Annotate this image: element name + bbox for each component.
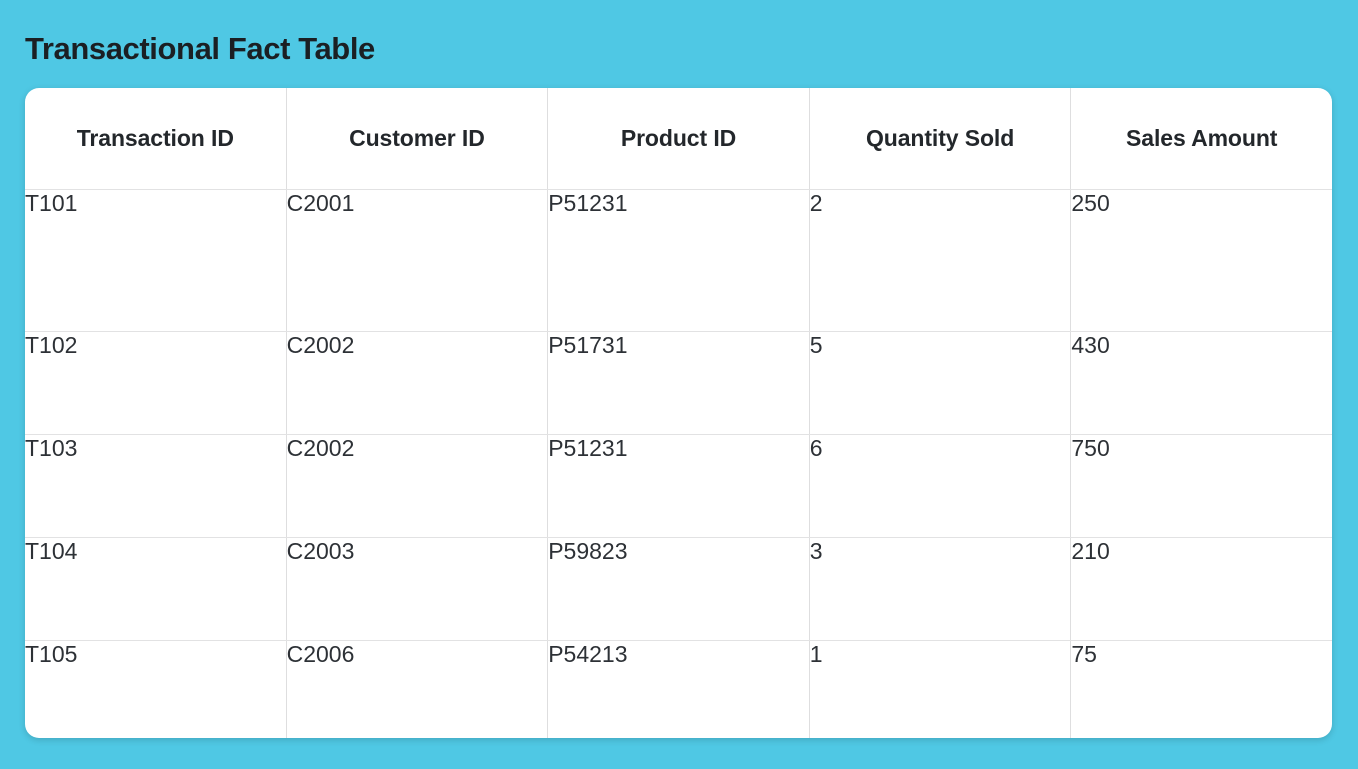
cell-quantity-sold: 2 — [809, 189, 1072, 332]
cell-sales-amount: 250 — [1070, 189, 1332, 332]
cell-sales-amount: 430 — [1070, 331, 1332, 435]
cell-sales-amount: 750 — [1070, 434, 1332, 538]
cell-product-id: P51231 — [547, 189, 810, 332]
column-header-transaction-id[interactable]: Transaction ID — [25, 88, 287, 190]
cell-transaction-id: T103 — [25, 434, 287, 538]
table-row[interactable]: T101 C2001 P51231 2 250 — [25, 189, 1332, 332]
cell-sales-amount: 75 — [1071, 641, 1097, 667]
cell-quantity-sold: 5 — [809, 331, 1072, 435]
cell-quantity-sold: 6 — [809, 434, 1072, 538]
transactional-fact-table: Transaction ID Customer ID Product ID Qu… — [25, 88, 1332, 738]
cell-quantity-sold: 1 — [809, 640, 1072, 738]
cell-transaction-id: T102 — [25, 331, 287, 435]
cell-customer-id: C2001 — [286, 189, 549, 332]
table-body: T101 C2001 P51231 2 250 T102 C2002 P5173… — [25, 189, 1332, 738]
cell-customer-id: C2006 — [286, 640, 549, 738]
cell-sales-amount: 210 — [1070, 537, 1332, 641]
cell-product-id: P54213 — [547, 640, 810, 738]
page-root: Transactional Fact Table Transaction ID … — [0, 0, 1358, 769]
table-header-row: Transaction ID Customer ID Product ID Qu… — [25, 88, 1332, 190]
page-title: Transactional Fact Table — [25, 31, 375, 66]
fact-table-card: Transaction ID Customer ID Product ID Qu… — [25, 88, 1332, 738]
cell-customer-id: C2002 — [286, 331, 549, 435]
cell-product-id: P51231 — [547, 434, 810, 538]
column-header-customer-id[interactable]: Customer ID — [286, 88, 549, 190]
table-row[interactable]: T105 C2006 P54213 1 75 — [25, 640, 1332, 738]
column-header-sales-amount[interactable]: Sales Amount — [1070, 88, 1332, 190]
cell-transaction-id: T104 — [25, 537, 287, 641]
cell-product-id: P59823 — [547, 537, 810, 641]
table-row[interactable]: T104 C2003 P59823 3 210 — [25, 537, 1332, 641]
cell-transaction-id: T105 — [25, 640, 287, 738]
column-header-quantity-sold[interactable]: Quantity Sold — [809, 88, 1072, 190]
cell-customer-id: C2003 — [286, 537, 549, 641]
column-header-product-id[interactable]: Product ID — [547, 88, 810, 190]
cell-transaction-id: T101 — [25, 189, 287, 332]
cell-customer-id: C2002 — [286, 434, 549, 538]
cell-quantity-sold: 3 — [809, 537, 1072, 641]
table-row[interactable]: T102 C2002 P51731 5 430 — [25, 331, 1332, 435]
cell-product-id: P51731 — [547, 331, 810, 435]
table-row[interactable]: T103 C2002 P51231 6 750 — [25, 434, 1332, 538]
table-header: Transaction ID Customer ID Product ID Qu… — [25, 88, 1332, 190]
